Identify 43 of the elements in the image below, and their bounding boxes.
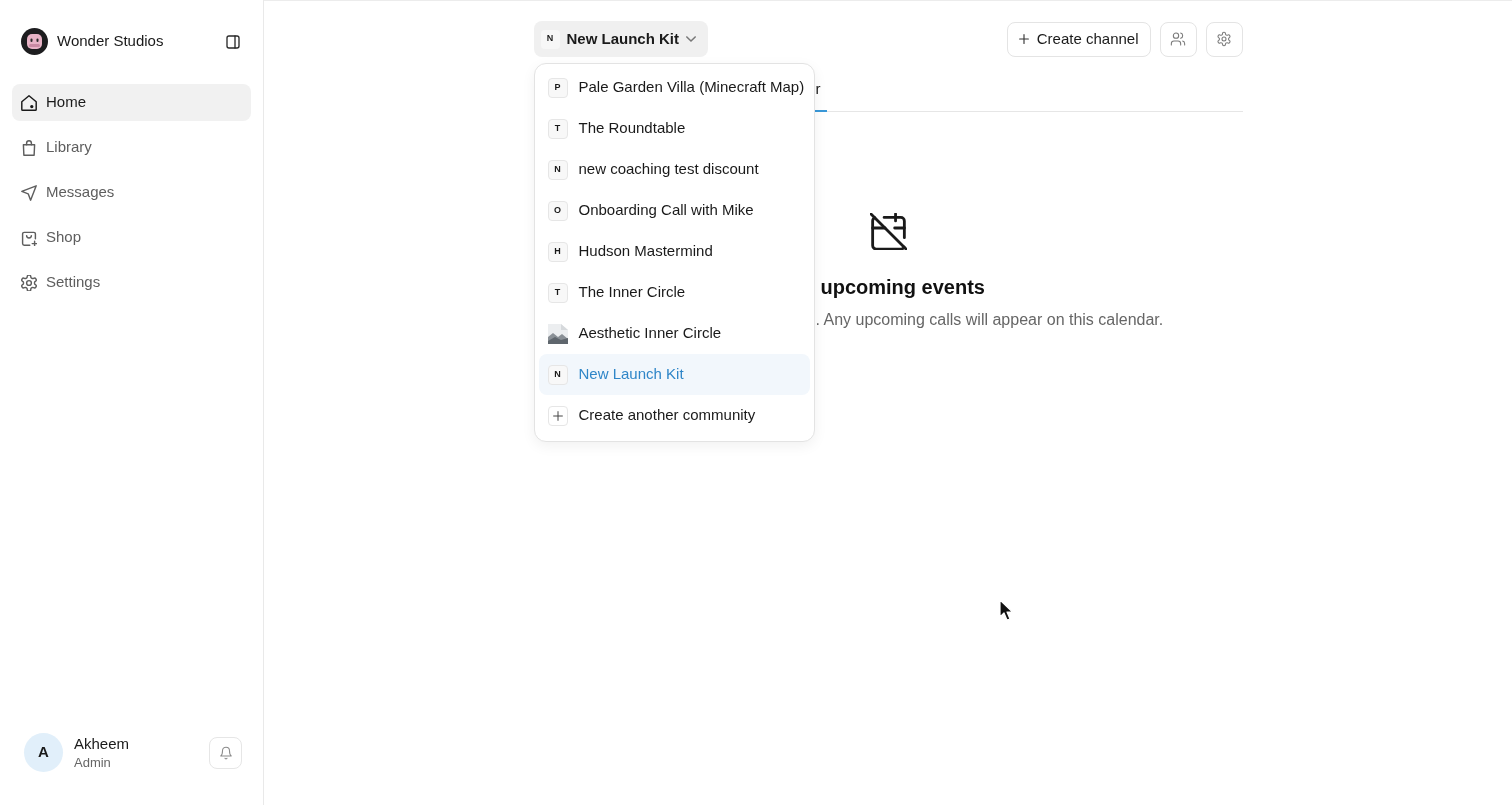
user-name: Akheem	[74, 733, 130, 754]
members-button[interactable]	[1159, 21, 1197, 57]
sidebar-toggle-button[interactable]	[225, 33, 241, 50]
nav-item[interactable]: Messages	[12, 174, 251, 211]
plus-icon	[1018, 34, 1029, 44]
create-channel-button[interactable]: Create channel	[1006, 21, 1151, 57]
community-avatar: N	[547, 159, 568, 180]
user-role: Admin	[74, 753, 112, 772]
workspace-logo-icon	[21, 28, 48, 55]
panel-icon	[225, 33, 241, 50]
community-avatar: O	[547, 200, 568, 221]
mouse-pointer-icon	[999, 599, 1014, 622]
settings-icon	[1216, 31, 1232, 47]
chevron-down-icon	[686, 34, 696, 44]
community-menu-item[interactable]: N New Launch Kit	[538, 354, 810, 395]
nav-item[interactable]: Settings	[12, 264, 251, 301]
community-avatar: H	[547, 241, 568, 262]
home-icon	[21, 94, 37, 111]
empty-state-title: upcoming events	[820, 275, 985, 300]
settings-icon	[21, 274, 37, 291]
notifications-button[interactable]	[209, 736, 242, 769]
community-avatar: N	[540, 29, 560, 49]
tab[interactable]: r	[814, 69, 827, 112]
bag-icon	[21, 139, 37, 156]
community-avatar: N	[547, 364, 568, 385]
user-avatar: A	[24, 733, 63, 772]
community-avatar: P	[547, 77, 568, 98]
paper-plane-icon	[21, 184, 37, 201]
nav-item[interactable]: Home	[12, 84, 251, 121]
nav-item[interactable]: Library	[12, 129, 251, 166]
settings-button[interactable]	[1205, 21, 1243, 57]
users-icon	[1170, 31, 1186, 47]
empty-state-message: . Any upcoming calls will appear on this calendar.	[815, 310, 1164, 330]
bell-icon	[218, 745, 233, 760]
community-avatar: T	[547, 118, 568, 139]
community-avatar: T	[547, 282, 568, 303]
plus-icon	[547, 405, 568, 426]
calendar-off-icon	[869, 213, 907, 250]
workspace-name: Wonder Studios	[57, 31, 164, 52]
nav-item[interactable]: Shop	[12, 219, 251, 256]
community-switcher[interactable]: N New Launch Kit	[533, 21, 708, 57]
image-thumbnail-icon	[547, 323, 568, 344]
shop-bag-icon	[21, 229, 37, 246]
